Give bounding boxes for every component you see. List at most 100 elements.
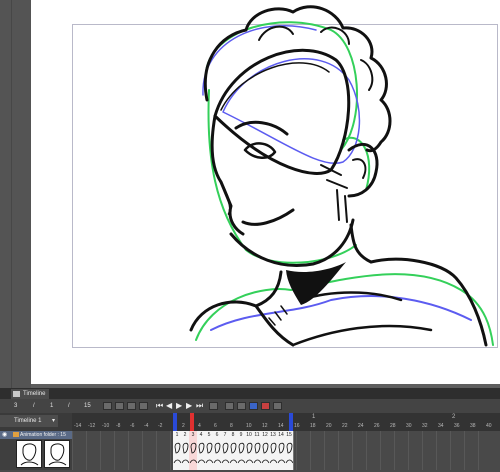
light-table-button[interactable] xyxy=(237,402,246,410)
canvas-workspace xyxy=(0,0,500,388)
earpiece xyxy=(336,189,348,223)
cel-thumbnail xyxy=(197,442,205,464)
last-frame-icon[interactable]: ⏭ xyxy=(196,401,203,411)
frame-gridline xyxy=(408,431,409,470)
cel-number: 1 xyxy=(175,432,179,438)
edit-timeline-button[interactable] xyxy=(115,402,124,410)
ruler-tick-label: -12 xyxy=(88,423,96,429)
play-icon[interactable]: ▶ xyxy=(176,401,182,411)
frame-gridline xyxy=(324,431,325,470)
chevron-down-icon: ▾ xyxy=(51,418,55,424)
current-frame-number[interactable]: 3 xyxy=(14,399,17,413)
ruler-tick-label: -4 xyxy=(144,423,149,429)
ruler-tick-label: 32 xyxy=(422,423,428,429)
cel-thumbnail xyxy=(229,442,237,464)
neck-right xyxy=(349,223,373,264)
frame-gridline xyxy=(464,431,465,470)
cel-number: 12 xyxy=(262,432,268,438)
hood-left xyxy=(189,300,295,347)
ear-inner xyxy=(352,158,367,179)
start-frame-marker[interactable] xyxy=(173,413,177,431)
cel-thumbnail xyxy=(253,442,261,464)
ruler-tick-label: 4 xyxy=(198,423,201,429)
loop-button[interactable] xyxy=(209,402,218,410)
strip-divider xyxy=(11,0,12,388)
frame-gridline xyxy=(450,431,451,470)
cel-number: 7 xyxy=(223,432,227,438)
jaw xyxy=(229,218,355,267)
face-left xyxy=(210,114,245,236)
visor-strap xyxy=(320,164,348,189)
ruler-tick-label: 36 xyxy=(454,423,460,429)
tab-timeline[interactable]: Timeline xyxy=(11,389,50,399)
hood-right xyxy=(369,257,488,347)
ruler-second-marker: 1 xyxy=(312,414,316,420)
ruler-tick-label: 18 xyxy=(310,423,316,429)
left-strip xyxy=(0,0,31,388)
cel-thumbnail xyxy=(245,442,253,464)
current-frame-marker[interactable] xyxy=(190,413,194,431)
timeline-settings-button[interactable] xyxy=(273,402,282,410)
eye-icon[interactable]: ◉ xyxy=(2,432,7,438)
frame-gridline xyxy=(114,431,115,470)
frame-gridline xyxy=(394,431,395,470)
mouth xyxy=(241,208,295,226)
timeline-select[interactable]: Timeline 1 ▾ xyxy=(0,415,58,427)
timeline-tabbar: Timeline xyxy=(0,388,500,399)
blue-guide-collar xyxy=(210,295,472,331)
cel-number: 8 xyxy=(231,432,235,438)
cel-thumbnail xyxy=(269,442,277,464)
cel-number: 13 xyxy=(270,432,276,438)
cel-thumbnail xyxy=(261,442,269,464)
delete-keyframe-button[interactable] xyxy=(261,402,270,410)
ruler-tick-label: 8 xyxy=(230,423,233,429)
collar-stitch xyxy=(268,305,288,326)
cel-number: 10 xyxy=(246,432,252,438)
cel-number: 15 xyxy=(286,432,292,438)
frame-gridline xyxy=(366,431,367,470)
layer-thumbnail-2 xyxy=(44,440,70,468)
ruler-tick-label: 38 xyxy=(470,423,476,429)
timeline-icon xyxy=(13,391,20,397)
total-frames-number[interactable]: 15 xyxy=(84,399,91,413)
ruler-tick-label: 30 xyxy=(406,423,412,429)
ruler-tick-label: 6 xyxy=(214,423,217,429)
new-timeline-button[interactable] xyxy=(103,402,112,410)
previous-frame-icon[interactable]: ◀ xyxy=(166,401,172,411)
ruler-tick-label: 16 xyxy=(294,423,300,429)
folder-icon xyxy=(13,432,19,437)
frame-gridline xyxy=(338,431,339,470)
animation-cel[interactable]: 15 xyxy=(285,431,294,470)
first-frame-icon[interactable]: ⏮ xyxy=(156,401,163,411)
frame-gridline xyxy=(380,431,381,470)
cel-thumbnail xyxy=(277,442,285,464)
cel-thumbnail xyxy=(285,442,293,464)
next-frame-icon[interactable]: ▶ xyxy=(186,401,192,411)
visor-inner xyxy=(220,62,330,111)
cel-track[interactable]: 1 2 3 4 5 6 7 8 9 10 11 12 13 14 15 xyxy=(72,431,500,470)
ruler-tick-label: -2 xyxy=(158,423,163,429)
onion-skin-button[interactable] xyxy=(225,402,234,410)
cel-number: 5 xyxy=(207,432,211,438)
keyframe-button[interactable] xyxy=(249,402,258,410)
frame-gridline xyxy=(296,431,297,470)
cel-thumbnail xyxy=(181,442,189,464)
ruler-second-marker: 2 xyxy=(452,414,456,420)
frame-separator-2: / xyxy=(68,403,70,409)
ruler-tick-label: -8 xyxy=(116,423,121,429)
ear xyxy=(347,143,379,198)
frame-separator: / xyxy=(33,403,35,409)
specify-cels-button[interactable] xyxy=(139,402,148,410)
new-animation-cel-button[interactable] xyxy=(127,402,136,410)
frame-gridline xyxy=(310,431,311,470)
frame-ruler[interactable]: -14 -12 -10 -8 -6 -4 -2 2 4 6 8 10 12 14 16 18 20 22 24 26 2… xyxy=(72,413,500,431)
timeline-toolbar: 3 / 1 / 15 ⏮ ◀ ▶ ▶ ⏭ xyxy=(0,399,500,413)
end-frame-marker[interactable] xyxy=(289,413,293,431)
ruler-tick-label: 12 xyxy=(262,423,268,429)
frame-gridline xyxy=(422,431,423,470)
frame-gridline xyxy=(436,431,437,470)
cel-number: 3 xyxy=(191,432,195,438)
ruler-tick-label: 34 xyxy=(438,423,444,429)
start-frame-number[interactable]: 1 xyxy=(50,399,53,413)
layer-header[interactable]: ◉ Animation folder : 15 xyxy=(0,431,72,439)
